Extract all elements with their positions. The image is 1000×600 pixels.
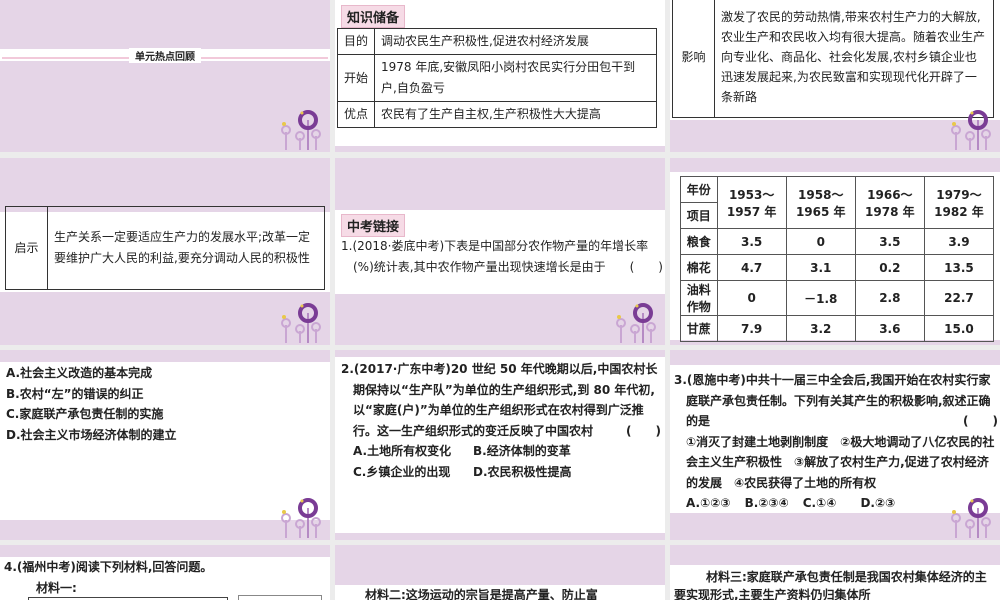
- table-row: 优点 农民有了生产自主权,生产积极性大大提高: [336, 101, 657, 128]
- material-3-text: 材料三:家庭联产承包责任制是我国农村集体经济的主要实现形式,主要生产资料仍归集体…: [674, 570, 987, 600]
- material-label-box: [238, 595, 322, 600]
- slide-thumbnail-11[interactable]: 材料二:这场运动的宗旨是提高产量、防止富: [335, 545, 665, 600]
- flower-decoration-icon: [280, 303, 322, 343]
- table-row: 影响 激发了农民的劳动热情,带来农村生产力的大解放,农业生产和农民收入均有很大提高…: [672, 0, 994, 118]
- flower-decoration-icon: [615, 303, 657, 343]
- option-c: C.家庭联产承包责任制的实施: [6, 407, 164, 421]
- option-b: B.经济体制的变革: [473, 444, 571, 458]
- slide-thumbnail-8[interactable]: 2.(2017·广东中考)20 世纪 50 年代晚期以后,中国农村长期保持以“生…: [335, 350, 665, 540]
- knowledge-table: 启示 生产关系一定要适应生产力的发展水平;改革一定要维护广大人民的利益,要充分调动…: [5, 206, 325, 290]
- table-row: 棉花 4.7 3.1 0.2 13.5: [680, 254, 995, 281]
- option-c: C.乡镇企业的出现: [353, 464, 451, 479]
- question-2: 2.(2017·广东中考)20 世纪 50 年代晚期以后,中国农村长期保持以“生…: [341, 359, 661, 482]
- flower-decoration-icon: [950, 498, 992, 538]
- slide-thumbnail-6[interactable]: 年份 1953～1957 年 1958～1965 年 1966～1978 年 1979…: [670, 158, 1000, 345]
- slide-thumbnail-2[interactable]: 知识储备 目的 调动农民生产积极性,促进农村经济发展 开始 1978 年底,安徽凤阳…: [335, 0, 665, 152]
- section-tag: 知识储备: [341, 5, 406, 28]
- question-1: 1.(2018·娄底中考)下表是中国部分农作物产量的年增长率(%)统计表,其中农…: [341, 236, 663, 277]
- flower-decoration-icon: [950, 110, 992, 150]
- crop-growth-table: 年份 1953～1957 年 1958～1965 年 1966～1978 年 1979…: [680, 176, 995, 342]
- table-row: 粮食 3.5 0 3.5 3.9: [680, 228, 995, 255]
- flower-decoration-icon: [280, 498, 322, 538]
- answer-options: A.社会主义改造的基本完成 B.农村“左”的错误的纠正 C.家庭联产承包责任制的…: [6, 363, 177, 445]
- knowledge-table: 影响 激发了农民的劳动热情,带来农村生产力的大解放,农业生产和农民收入均有很大提高…: [672, 0, 994, 118]
- option-a: A.土地所有权变化: [353, 444, 452, 458]
- slide-thumbnail-10[interactable]: 4.(福州中考)阅读下列材料,回答问题。 材料一:: [0, 545, 330, 600]
- question-3: 3.(恩施中考)中共十一届三中全会后,我国开始在农村实行家庭联产承包责任制。下列…: [674, 373, 998, 510]
- section-tag: 中考链接: [341, 214, 406, 237]
- title-band: 单元热点回顾: [0, 48, 330, 63]
- option-a: A.社会主义改造的基本完成: [6, 366, 153, 380]
- material-2-text: 材料二:这场运动的宗旨是提高产量、防止富: [365, 588, 598, 600]
- answer-bracket: ( ): [626, 423, 661, 438]
- slide-thumbnail-4[interactable]: 启示 生产关系一定要适应生产力的发展水平;改革一定要维护广大人民的利益,要充分调动…: [0, 158, 330, 345]
- flower-decoration-icon: [280, 110, 322, 150]
- question-4: 4.(福州中考)阅读下列材料,回答问题。 材料一:: [4, 560, 213, 595]
- table-row: 启示 生产关系一定要适应生产力的发展水平;改革一定要维护广大人民的利益,要充分调动…: [5, 206, 325, 290]
- table-row: 目的 调动农民生产积极性,促进农村经济发展: [336, 28, 657, 55]
- table-row: 开始 1978 年底,安徽凤阳小岗村农民实行分田包干到户,自负盈亏: [336, 54, 657, 102]
- slide-thumbnail-1[interactable]: 单元热点回顾: [0, 0, 330, 152]
- section-title: 单元热点回顾: [129, 48, 201, 63]
- answer-bracket: ( ): [963, 414, 998, 428]
- option-d: D.农民积极性提高: [473, 464, 572, 479]
- option-b: B.农村“左”的错误的纠正: [6, 386, 144, 401]
- option-d: D.社会主义市场经济体制的建立: [6, 427, 177, 442]
- slide-thumbnail-9[interactable]: 3.(恩施中考)中共十一届三中全会后,我国开始在农村实行家庭联产承包责任制。下列…: [670, 350, 1000, 540]
- answer-bracket: ( ): [629, 259, 663, 274]
- slide-thumbnail-5[interactable]: 中考链接 1.(2018·娄底中考)下表是中国部分农作物产量的年增长率(%)统计…: [335, 158, 665, 345]
- slide-thumbnail-3[interactable]: 影响 激发了农民的劳动热情,带来农村生产力的大解放,农业生产和农民收入均有很大提高…: [670, 0, 1000, 152]
- slide-thumbnail-7[interactable]: A.社会主义改造的基本完成 B.农村“左”的错误的纠正 C.家庭联产承包责任制的…: [0, 350, 330, 540]
- knowledge-table: 目的 调动农民生产积极性,促进农村经济发展 开始 1978 年底,安徽凤阳小岗村农民…: [336, 28, 657, 128]
- table-row: 甘蔗 7.9 3.2 3.6 15.0: [680, 315, 995, 342]
- table-row: 油料作物 0 －1.8 2.8 22.7: [680, 280, 995, 316]
- slide-thumbnail-12[interactable]: 材料三:家庭联产承包责任制是我国农村集体经济的主要实现形式,主要生产资料仍归集体…: [670, 545, 1000, 600]
